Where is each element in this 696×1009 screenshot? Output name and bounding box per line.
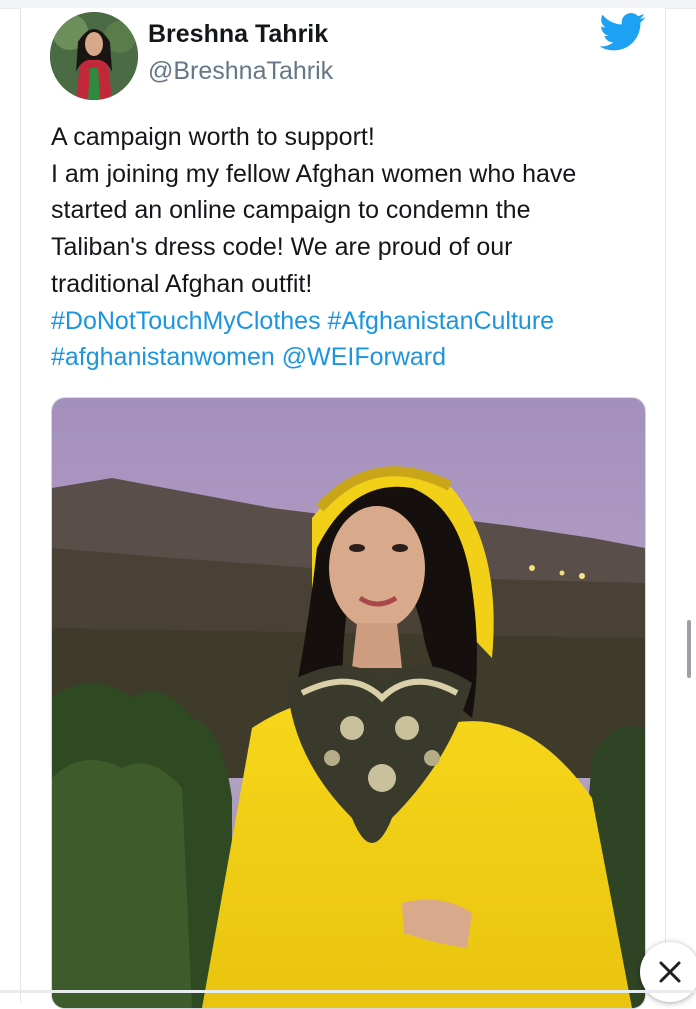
- hashtag-line: #DoNotTouchMyClothes #AfghanistanCulture: [51, 303, 651, 340]
- hashtag-link[interactable]: #AfghanistanCulture: [328, 307, 555, 335]
- close-icon: [659, 961, 681, 983]
- hashtag-link[interactable]: #afghanistanwomen: [51, 343, 275, 371]
- twitter-bird-icon[interactable]: [599, 12, 646, 52]
- tweet-line: started an online campaign to condemn th…: [51, 196, 531, 225]
- tweet-line: A campaign worth to support!: [51, 123, 375, 151]
- user-handle[interactable]: @BreshnaTahrik: [148, 57, 333, 86]
- tweet-body: A campaign worth to support! I am joinin…: [51, 119, 651, 376]
- tweet-photo[interactable]: [51, 397, 646, 1009]
- tweet-line: traditional Afghan outfit!: [51, 269, 313, 298]
- tweet-line: I am joining my fellow Afghan women who …: [51, 159, 577, 188]
- avatar[interactable]: [50, 12, 138, 100]
- close-button[interactable]: [640, 942, 696, 1002]
- mention-link[interactable]: @WEIForward: [282, 343, 446, 371]
- hashtag-link[interactable]: #DoNotTouchMyClothes: [51, 307, 321, 335]
- scrollbar[interactable]: [687, 620, 691, 678]
- display-name[interactable]: Breshna Tahrik: [148, 20, 328, 49]
- hashtag-line: #afghanistanwomen @WEIForward: [51, 339, 651, 376]
- tweet-line: Taliban's dress code! We are proud of ou…: [51, 233, 513, 262]
